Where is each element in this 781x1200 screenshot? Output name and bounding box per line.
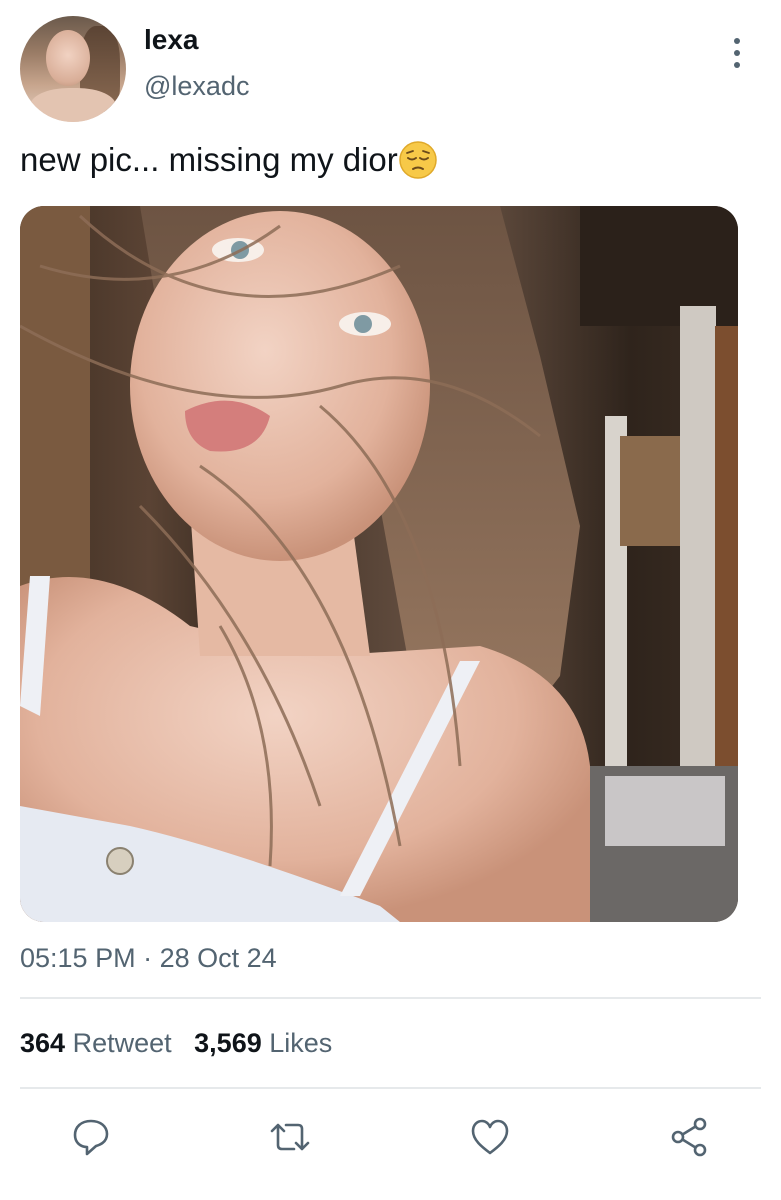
share-icon[interactable]: [667, 1115, 711, 1159]
author-handle[interactable]: @lexadc: [144, 71, 249, 102]
retweet-icon[interactable]: [268, 1115, 312, 1159]
divider: [20, 997, 761, 999]
retweet-label: Retweet: [72, 1028, 172, 1058]
tweet-date: 28 Oct 24: [159, 943, 277, 973]
retweet-stat[interactable]: 364 Retweet: [20, 1028, 172, 1058]
photo-illustration: [20, 206, 738, 922]
like-icon[interactable]: [468, 1115, 512, 1159]
tweet-time: 05:15 PM: [20, 943, 136, 973]
tweet-timestamp[interactable]: 05:15 PM · 28 Oct 24: [20, 943, 277, 974]
likes-stat[interactable]: 3,569 Likes: [194, 1028, 332, 1058]
reply-icon[interactable]: [69, 1115, 113, 1159]
avatar[interactable]: [20, 16, 126, 122]
tweet-photo[interactable]: [20, 206, 738, 922]
pensive-face-icon: [399, 141, 437, 179]
divider: [20, 1087, 761, 1089]
retweet-count: 364: [20, 1028, 66, 1058]
timestamp-separator: ·: [143, 943, 153, 973]
likes-count: 3,569: [194, 1028, 262, 1058]
tweet-stats: 364 Retweet 3,569 Likes: [20, 1028, 332, 1059]
more-options-icon[interactable]: [725, 38, 749, 68]
likes-label: Likes: [269, 1028, 333, 1058]
author-display-name[interactable]: lexa: [144, 24, 199, 56]
tweet-text-content: new pic... missing my dior: [20, 141, 398, 178]
tweet-text: new pic... missing my dior: [20, 140, 438, 180]
